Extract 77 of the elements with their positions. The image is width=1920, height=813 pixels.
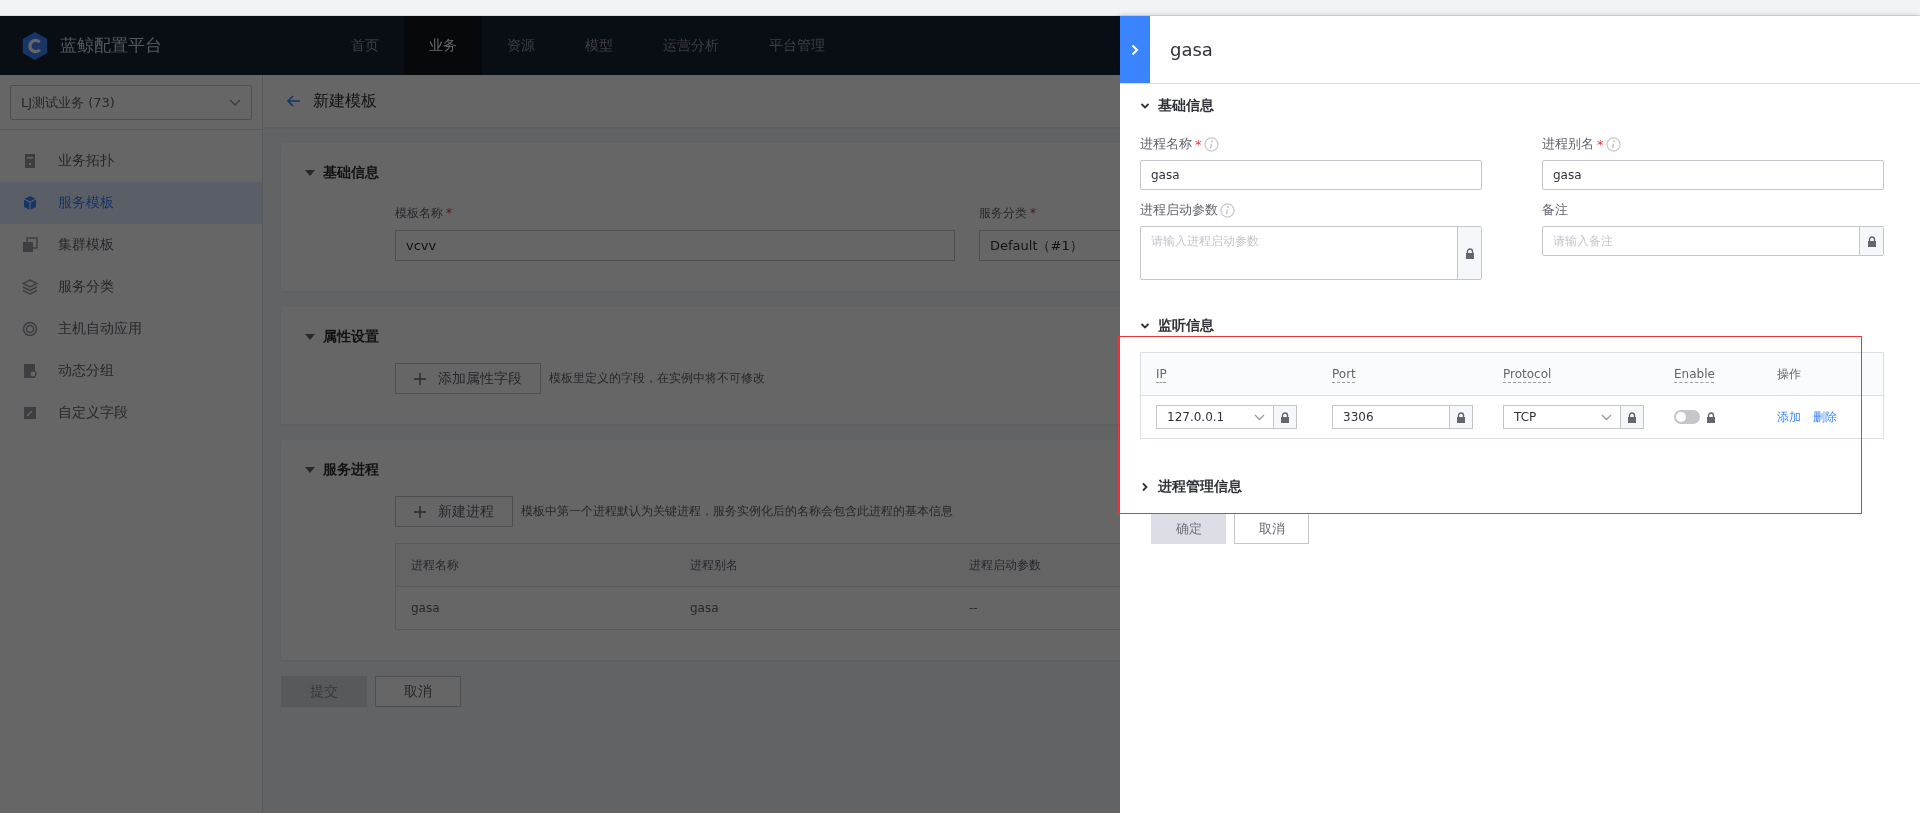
chevron-right-icon xyxy=(1131,43,1139,56)
lock-icon xyxy=(1866,235,1877,247)
delete-link[interactable]: 删除 xyxy=(1813,408,1837,426)
cube-icon xyxy=(22,195,38,211)
section-title: 进程管理信息 xyxy=(1158,478,1242,496)
input-field[interactable]: vcvv xyxy=(395,230,955,261)
protocol-select[interactable]: TCP xyxy=(1503,405,1621,429)
caret-down-icon[interactable] xyxy=(305,465,315,475)
document-search-icon xyxy=(22,363,38,379)
chevron-right-icon[interactable] xyxy=(1140,482,1150,492)
column-header: Enable xyxy=(1674,367,1715,381)
cancel-button[interactable]: 取消 xyxy=(375,676,461,707)
table-cell-text: -- xyxy=(968,601,979,615)
page-title: 新建模板 xyxy=(313,90,377,112)
section-title: 监听信息 xyxy=(1158,317,1214,335)
section-title: 基础信息 xyxy=(323,164,379,182)
field-label: 进程启动参数 xyxy=(1140,201,1218,219)
required-mark: * xyxy=(1030,206,1036,220)
drawer-title: gasa xyxy=(1170,39,1213,60)
field-label: 进程别名 xyxy=(1542,135,1594,153)
edit-form-icon xyxy=(22,405,38,421)
enable-toggle[interactable] xyxy=(1674,410,1700,424)
input-field[interactable]: gasa xyxy=(1542,160,1884,190)
layers-icon xyxy=(22,279,38,295)
field-label: 进程名称 xyxy=(1140,135,1192,153)
lock-icon xyxy=(1456,411,1466,423)
table-cell-text: gasa xyxy=(410,601,441,615)
chevron-down-icon xyxy=(1601,413,1612,421)
stacked-squares-icon xyxy=(22,237,38,253)
document-icon xyxy=(22,153,38,169)
chevron-down-icon xyxy=(229,98,241,107)
required-mark: * xyxy=(1195,136,1202,152)
business-select[interactable]: LJ测试业务 (73) xyxy=(10,85,252,120)
required-mark: * xyxy=(1597,136,1604,152)
sidebar-item[interactable]: 自定义字段 xyxy=(0,392,262,434)
new-process-button[interactable]: 新建进程 xyxy=(395,496,513,527)
input-field[interactable]: Default（#1） xyxy=(979,230,1120,261)
field-label: 模板名称 xyxy=(395,206,443,220)
logo-icon xyxy=(20,30,50,61)
field-label: 服务分类 xyxy=(979,206,1027,220)
required-mark: * xyxy=(446,206,452,220)
section-title: 属性设置 xyxy=(323,328,379,346)
hint-text: 模板里定义的字段，在实例中将不可修改 xyxy=(549,370,765,387)
port-input[interactable]: 3306 xyxy=(1332,405,1450,429)
add-field-button[interactable]: 添加属性字段 xyxy=(395,363,541,394)
column-header: 操作 xyxy=(1777,365,1801,383)
section-title: 服务进程 xyxy=(323,461,379,479)
lock-icon xyxy=(1280,411,1290,423)
sidebar-item[interactable]: 集群模板 xyxy=(0,224,262,266)
sidebar-item[interactable]: 业务拓扑 xyxy=(0,140,262,182)
input-field[interactable]: gasa xyxy=(1140,160,1482,190)
column-header: Protocol xyxy=(1503,367,1552,381)
lock-icon xyxy=(1706,411,1716,423)
table-cell-text: gasa xyxy=(689,601,720,615)
back-arrow-icon[interactable] xyxy=(287,95,301,107)
chevron-down-icon xyxy=(1254,413,1265,421)
caret-down-icon[interactable] xyxy=(305,332,315,342)
plus-icon xyxy=(414,505,426,518)
nav-tab[interactable]: 业务 xyxy=(404,16,482,75)
chevron-down-icon[interactable] xyxy=(1140,101,1150,111)
lock-icon xyxy=(1464,247,1475,259)
column-header: Port xyxy=(1332,367,1356,381)
add-link[interactable]: 添加 xyxy=(1777,408,1801,426)
plus-icon xyxy=(414,372,426,385)
caret-down-icon[interactable] xyxy=(305,168,315,178)
platform-title: 蓝鲸配置平台 xyxy=(60,34,162,57)
chevron-down-icon[interactable] xyxy=(1140,321,1150,331)
lock-icon xyxy=(1627,411,1637,423)
cancel-button[interactable]: 取消 xyxy=(1234,513,1309,544)
column-header: IP xyxy=(1156,367,1167,381)
sidebar-item[interactable]: 动态分组 xyxy=(0,350,262,392)
ip-select[interactable]: 127.0.0.1 xyxy=(1156,405,1274,429)
section-title: 基础信息 xyxy=(1158,97,1214,115)
sidebar-item[interactable]: 服务分类 xyxy=(0,266,262,308)
field-label: 备注 xyxy=(1542,201,1568,219)
sidebar-item[interactable]: 主机自动应用 xyxy=(0,308,262,350)
sidebar-item[interactable]: 服务模板 xyxy=(0,182,262,224)
